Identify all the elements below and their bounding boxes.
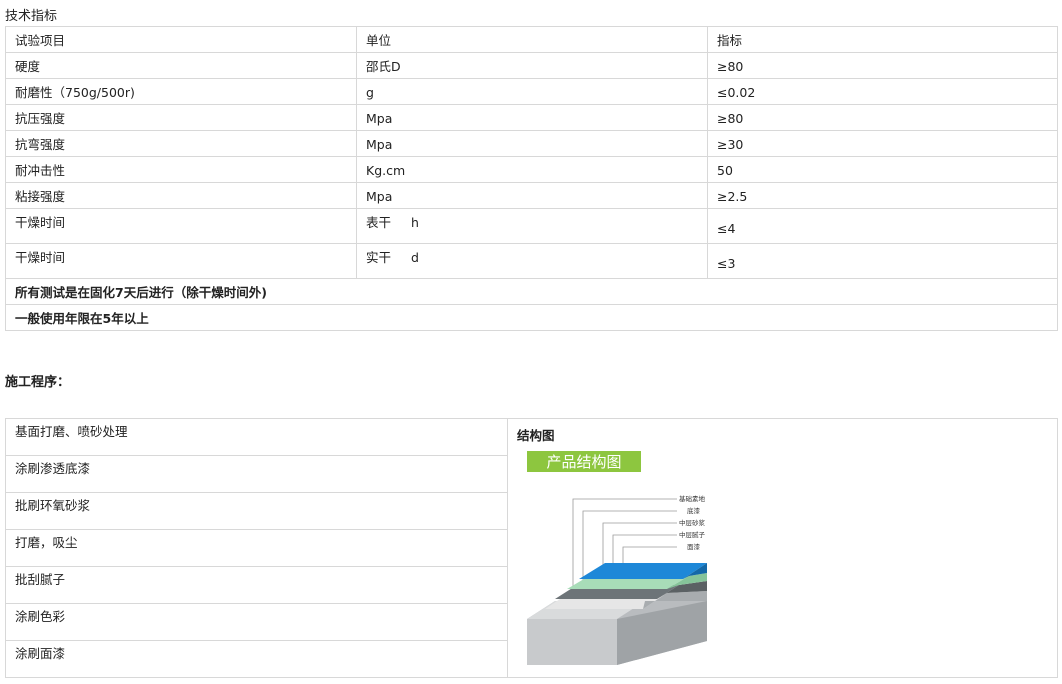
note: 所有测试是在固化7天后进行（除干燥时间外) — [5, 278, 1058, 305]
procedure-section-title: 施工程序： — [5, 375, 71, 390]
indicator: ≥30 — [707, 130, 1058, 157]
unit-part: h — [411, 215, 419, 230]
indicator: ≤0.02 — [707, 78, 1058, 105]
test-item: 粘接强度 — [5, 182, 357, 209]
procedure-step: 涂刷色彩 — [5, 603, 508, 641]
unit-part: 实干 — [366, 250, 392, 265]
unit: 表干 h — [356, 208, 708, 244]
unit: Mpa — [356, 104, 708, 131]
table-row: 耐磨性（750g/500r) g ≤0.02 — [5, 78, 1058, 105]
unit-part: d — [411, 250, 419, 265]
table-row: 干燥时间 实干 d ≤3 — [5, 243, 1058, 279]
spec-section-title: 技术指标 — [5, 9, 58, 24]
unit: Kg.cm — [356, 156, 708, 183]
note-row: 所有测试是在固化7天后进行（除干燥时间外) — [5, 278, 1058, 305]
structure-diagram-cell: 结构图 产品结构图 基础素地 底漆 中层砂浆 中层腻子 面漆 — [507, 418, 1058, 678]
list-item: 基面打磨、喷砂处理 结构图 产品结构图 基础素地 底漆 中层砂浆 中层腻子 面漆 — [5, 418, 1058, 678]
unit: g — [356, 78, 708, 105]
spec-header-row: 试验项目 单位 指标 — [5, 26, 1058, 53]
table-row: 干燥时间 表干 h ≤4 — [5, 208, 1058, 244]
unit: 邵氏D — [356, 52, 708, 79]
table-row: 粘接强度 Mpa ≥2.5 — [5, 182, 1058, 209]
unit: Mpa — [356, 130, 708, 157]
header-test-item: 试验项目 — [5, 26, 357, 53]
header-indicator: 指标 — [707, 26, 1058, 53]
procedure-table: 基面打磨、喷砂处理 结构图 产品结构图 基础素地 底漆 中层砂浆 中层腻子 面漆 — [5, 418, 1058, 678]
indicator: ≥80 — [707, 52, 1058, 79]
procedure-step: 批刷环氧砂浆 — [5, 492, 508, 530]
structure-diagram: 产品结构图 基础素地 底漆 中层砂浆 中层腻子 面漆 — [527, 451, 707, 665]
spec-table: 试验项目 单位 指标 硬度 邵氏D ≥80 耐磨性（750g/500r) g ≤… — [5, 26, 1058, 331]
diagram-banner-text: 产品结构图 — [546, 453, 621, 471]
indicator: ≤4 — [707, 208, 1058, 244]
table-row: 抗弯强度 Mpa ≥30 — [5, 130, 1058, 157]
layer-label: 中层腻子 — [679, 530, 706, 539]
layer-label: 基础素地 — [679, 494, 706, 503]
indicator: ≥80 — [707, 104, 1058, 131]
procedure-step: 批刮腻子 — [5, 566, 508, 604]
test-item: 硬度 — [5, 52, 357, 79]
layer-label: 面漆 — [687, 542, 701, 551]
layer-label: 中层砂浆 — [679, 518, 706, 527]
procedure-step: 涂刷渗透底漆 — [5, 455, 508, 493]
test-item: 干燥时间 — [5, 243, 357, 279]
indicator: 50 — [707, 156, 1058, 183]
note: 一般使用年限在5年以上 — [5, 304, 1058, 331]
layer-label: 底漆 — [687, 506, 701, 515]
procedure-step: 涂刷面漆 — [5, 640, 508, 678]
indicator: ≥2.5 — [707, 182, 1058, 209]
unit-part: 表干 — [366, 215, 392, 230]
base-front — [527, 619, 617, 665]
table-row: 抗压强度 Mpa ≥80 — [5, 104, 1058, 131]
procedure-step: 基面打磨、喷砂处理 — [5, 418, 508, 456]
test-item: 耐冲击性 — [5, 156, 357, 183]
procedure-step: 打磨，吸尘 — [5, 529, 508, 567]
unit: 实干 d — [356, 243, 708, 279]
header-unit: 单位 — [356, 26, 708, 53]
test-item: 耐磨性（750g/500r) — [5, 78, 357, 105]
unit: Mpa — [356, 182, 708, 209]
diagram-label: 结构图 — [517, 428, 555, 443]
test-item: 抗压强度 — [5, 104, 357, 131]
table-row: 硬度 邵氏D ≥80 — [5, 52, 1058, 79]
test-item: 干燥时间 — [5, 208, 357, 244]
indicator: ≤3 — [707, 243, 1058, 279]
note-row: 一般使用年限在5年以上 — [5, 304, 1058, 331]
test-item: 抗弯强度 — [5, 130, 357, 157]
table-row: 耐冲击性 Kg.cm 50 — [5, 156, 1058, 183]
